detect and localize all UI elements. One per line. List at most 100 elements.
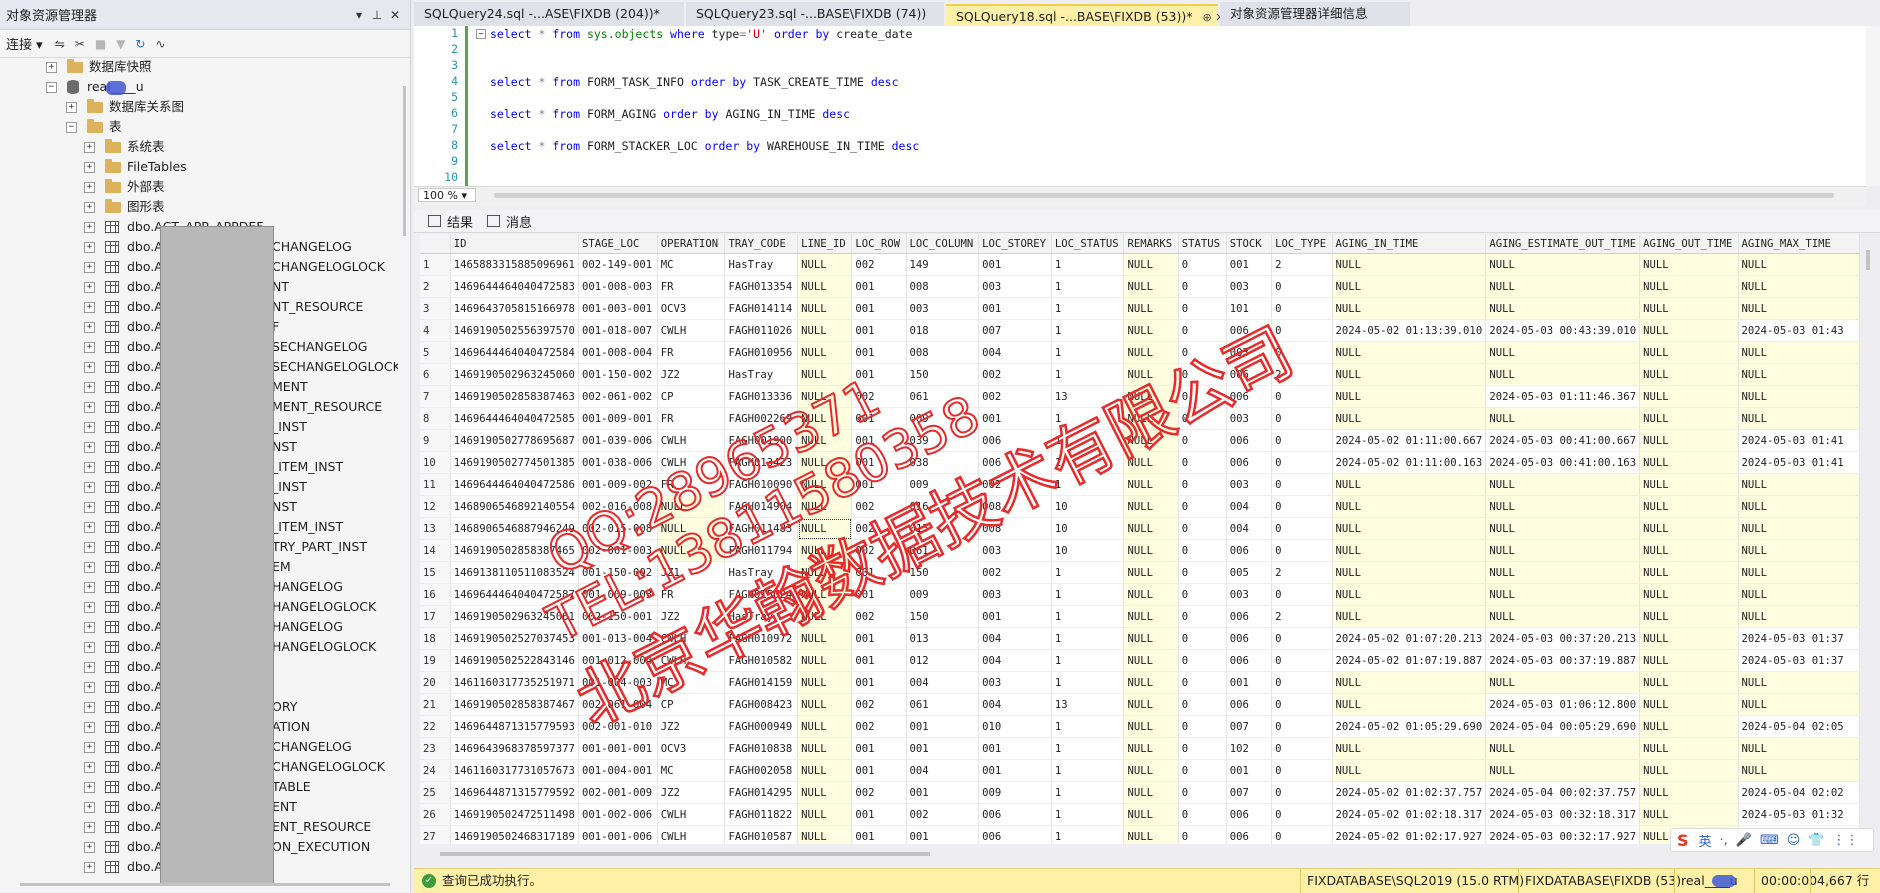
table-row[interactable]: 11 1469644464040472586 001-009-002 FR FAGH01… bbox=[420, 473, 1860, 496]
table-cell[interactable]: 0 bbox=[1178, 385, 1227, 408]
table-cell[interactable]: FAGH014114 bbox=[724, 297, 799, 320]
table-row[interactable]: 21 1469190502858387467 002-061-004 CP FAGH00… bbox=[420, 693, 1860, 716]
table-cell[interactable]: 002-015-008 bbox=[578, 517, 658, 540]
table-cell[interactable]: NULL bbox=[1485, 473, 1641, 496]
disconnect-icon[interactable]: ✂ bbox=[75, 37, 85, 51]
table-cell[interactable]: NULL bbox=[1639, 649, 1739, 672]
table-cell[interactable]: 0 bbox=[1178, 253, 1227, 276]
table-cell[interactable]: 2024-05-03 01:37 bbox=[1738, 627, 1860, 650]
table-cell[interactable]: NULL bbox=[1738, 275, 1860, 298]
table-cell[interactable]: 0 bbox=[1178, 539, 1227, 562]
table-cell[interactable]: 0 bbox=[1178, 583, 1227, 606]
table-cell[interactable]: CWLH bbox=[657, 429, 726, 452]
expand-icon[interactable]: + bbox=[84, 381, 95, 393]
ime-lang[interactable]: 英 bbox=[1699, 831, 1712, 850]
grid-vertical-scrollbar[interactable] bbox=[1862, 240, 1874, 840]
table-cell[interactable]: CWLH bbox=[657, 627, 726, 650]
table-cell[interactable]: NULL bbox=[1123, 385, 1179, 408]
table-cell[interactable]: 0 bbox=[1178, 781, 1227, 804]
query-editor[interactable]: 1 2 3 4 5 6 7 8 9 10 − select * from sys.objects … bbox=[414, 26, 1866, 186]
ime-menu-icon[interactable]: ⋮⋮ bbox=[1833, 833, 1859, 848]
table-cell[interactable]: 001 bbox=[906, 715, 980, 738]
table-cell[interactable]: 013 bbox=[906, 627, 980, 650]
table-cell[interactable]: NULL bbox=[1123, 341, 1179, 364]
table-cell[interactable]: 001 bbox=[978, 737, 1052, 760]
table-cell[interactable]: 002-149-001 bbox=[578, 253, 658, 276]
table-cell[interactable]: 1 bbox=[1051, 759, 1125, 782]
table-cell[interactable]: 008 bbox=[978, 517, 1052, 540]
ime-toolbar[interactable]: S 英 ·, 🎤 ⌨ ☺ 👕 ⋮⋮ bbox=[1670, 828, 1874, 852]
table-cell[interactable]: 004 bbox=[978, 693, 1052, 716]
table-cell[interactable]: FR bbox=[657, 473, 726, 496]
editor-horizontal-scrollbar[interactable] bbox=[494, 193, 1834, 198]
row-header-corner[interactable] bbox=[420, 234, 451, 254]
row-number[interactable]: 24 bbox=[420, 759, 451, 782]
table-cell[interactable]: 0 bbox=[1271, 341, 1333, 364]
row-number[interactable]: 20 bbox=[420, 671, 451, 694]
code-line[interactable]: select * from sys.objects where type='U'… bbox=[490, 26, 912, 42]
table-cell[interactable]: 003 bbox=[1226, 275, 1273, 298]
table-cell[interactable]: 1469190502963245061 bbox=[450, 605, 579, 628]
row-number[interactable]: 21 bbox=[420, 693, 451, 716]
collapse-icon[interactable]: − bbox=[46, 81, 57, 93]
expand-icon[interactable]: + bbox=[84, 721, 95, 733]
table-cell[interactable]: NULL bbox=[1485, 759, 1641, 782]
table-cell[interactable]: NULL bbox=[1738, 495, 1860, 518]
table-cell[interactable]: NULL bbox=[1639, 319, 1739, 342]
table-cell[interactable]: 1468906546892140554 bbox=[450, 495, 579, 518]
table-row[interactable]: 10 1469190502774501385 001-038-006 CWLH FAGH… bbox=[420, 451, 1860, 474]
table-cell[interactable]: NULL bbox=[1123, 495, 1179, 518]
document-tab[interactable]: SQLQuery18.sql -...BASE\FIXDB (53))* ⊕ ✕ bbox=[946, 4, 1224, 26]
table-cell[interactable]: 150 bbox=[906, 363, 980, 386]
table-cell[interactable]: 001 bbox=[851, 825, 907, 844]
table-cell[interactable]: 006 bbox=[978, 825, 1052, 844]
expand-icon[interactable]: + bbox=[84, 261, 95, 273]
table-cell[interactable]: NULL bbox=[1738, 473, 1860, 496]
table-cell[interactable]: 002 bbox=[978, 561, 1052, 584]
table-cell[interactable]: 003 bbox=[1226, 407, 1273, 430]
tree-node[interactable]: + dbo.AC NST bbox=[84, 497, 297, 517]
table-cell[interactable]: 0 bbox=[1178, 561, 1227, 584]
expand-icon[interactable]: + bbox=[84, 661, 95, 673]
ime-emoji-icon[interactable]: ☺ bbox=[1787, 833, 1801, 848]
table-cell[interactable]: 1 bbox=[1051, 649, 1125, 672]
table-cell[interactable]: 001-009-003 bbox=[578, 583, 658, 606]
table-cell[interactable]: 001 bbox=[978, 297, 1052, 320]
table-row[interactable]: 22 1469644871315779593 002-001-010 JZ2 FAGH0… bbox=[420, 715, 1860, 738]
table-cell[interactable]: 003 bbox=[1226, 473, 1273, 496]
table-cell[interactable]: NULL bbox=[1485, 561, 1641, 584]
table-cell[interactable]: 001 bbox=[851, 473, 907, 496]
table-cell[interactable]: 1 bbox=[1051, 253, 1125, 276]
table-cell[interactable]: 001 bbox=[851, 363, 907, 386]
table-cell[interactable]: 001-009-001 bbox=[578, 407, 658, 430]
table-cell[interactable]: NULL bbox=[1332, 495, 1487, 518]
table-cell[interactable]: 1465883315885096961 bbox=[450, 253, 579, 276]
table-cell[interactable]: NULL bbox=[1332, 737, 1487, 760]
table-cell[interactable]: 1469644464040472587 bbox=[450, 583, 579, 606]
table-cell[interactable]: 001-004-003 bbox=[578, 671, 658, 694]
table-row[interactable]: 6 1469190502963245060 001-150-002 JZ2 HasTra… bbox=[420, 363, 1860, 386]
column-header[interactable]: AGING_OUT_TIME bbox=[1639, 234, 1739, 254]
table-cell[interactable]: NULL bbox=[1123, 737, 1179, 760]
table-row[interactable]: 2 1469644464040472583 001-008-003 FR FAGH013… bbox=[420, 275, 1860, 298]
tree-node[interactable]: + dbo.AC _INST bbox=[84, 417, 307, 437]
connect-button[interactable]: 连接 ▾ bbox=[6, 34, 43, 53]
table-cell[interactable]: 0 bbox=[1271, 583, 1333, 606]
table-cell[interactable]: 002-061-004 bbox=[578, 693, 658, 716]
column-header[interactable]: STATUS bbox=[1178, 234, 1227, 254]
table-cell[interactable]: FAGH002058 bbox=[724, 759, 799, 782]
table-cell[interactable]: CWLH bbox=[657, 825, 726, 844]
table-cell[interactable]: NULL bbox=[1639, 781, 1739, 804]
row-number[interactable]: 5 bbox=[420, 341, 451, 364]
expand-icon[interactable]: + bbox=[84, 861, 95, 873]
tree-node[interactable]: + dbo.AC NST bbox=[84, 437, 297, 457]
table-cell[interactable]: NULL bbox=[1639, 693, 1739, 716]
table-cell[interactable]: FAGH014295 bbox=[724, 781, 799, 804]
tree-node[interactable]: + dbo.AC _ITEM_INST bbox=[84, 517, 343, 537]
table-cell[interactable]: 002-016-008 bbox=[578, 495, 658, 518]
table-cell[interactable]: 1 bbox=[1051, 583, 1125, 606]
row-number[interactable]: 17 bbox=[420, 605, 451, 628]
table-cell[interactable]: 2024-05-03 01:41 bbox=[1738, 429, 1860, 452]
table-cell[interactable]: 2 bbox=[1271, 253, 1333, 276]
table-cell[interactable]: OCV3 bbox=[657, 297, 726, 320]
